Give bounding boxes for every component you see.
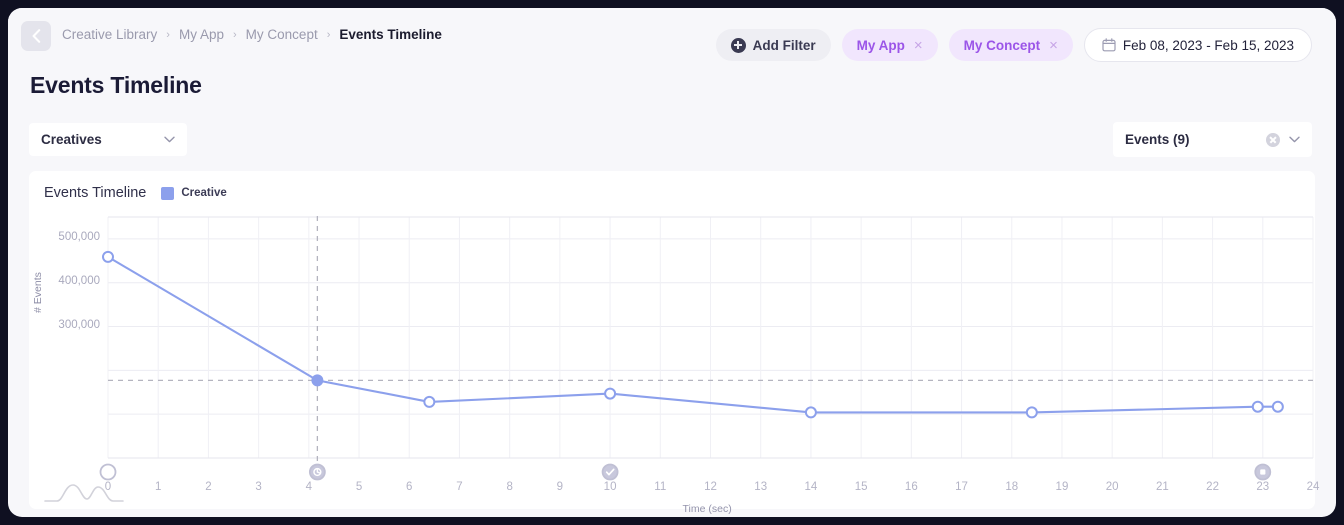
axis-event-marker-touch-icon[interactable] <box>308 463 326 481</box>
x-axis-tick-label: 16 <box>904 481 918 493</box>
date-range-picker[interactable]: Feb 08, 2023 - Feb 15, 2023 <box>1083 28 1312 62</box>
range-selector-brush[interactable] <box>43 479 129 517</box>
page-title: Events Timeline <box>30 72 202 98</box>
chart-data-point[interactable] <box>102 250 114 263</box>
toolbar-actions: Add Filter My App × My Concept × Feb 08,… <box>715 28 1312 62</box>
filter-chip-label: My App <box>856 37 905 53</box>
axis-event-marker-circle-icon[interactable] <box>99 463 117 481</box>
x-axis-tick-label: 3 <box>255 481 262 493</box>
breadcrumb-item-my-app[interactable]: My App <box>179 27 224 42</box>
breadcrumb-separator: › <box>166 28 170 41</box>
x-axis-tick-label: 18 <box>1005 481 1019 493</box>
chart-plot-area[interactable]: # Events Time (sec) 500,000 400,000 300,00… <box>29 171 1319 515</box>
x-axis-tick-label: 8 <box>506 481 513 493</box>
breadcrumb-item-events-timeline: Events Timeline <box>339 27 442 42</box>
x-axis-tick-label: 15 <box>854 481 868 493</box>
x-axis-tick-label: 9 <box>556 481 564 493</box>
events-select[interactable]: Events (9) <box>1113 122 1312 157</box>
chart-card: Events Timeline Creative # Events Time (… <box>29 171 1319 515</box>
add-filter-button[interactable]: Add Filter <box>715 29 831 61</box>
x-axis-tick-label: 20 <box>1105 481 1119 493</box>
filter-chip-my-concept[interactable]: My Concept × <box>948 29 1073 61</box>
y-axis-tick-label: 400,000 <box>58 274 100 287</box>
filter-chip-my-app[interactable]: My App × <box>841 29 938 61</box>
axis-event-marker-check-circle-icon[interactable] <box>601 463 619 481</box>
breadcrumb-item-my-concept[interactable]: My Concept <box>246 27 318 42</box>
x-axis-tick-label: 2 <box>205 481 212 493</box>
chart-data-point[interactable] <box>311 374 324 387</box>
calendar-icon <box>1102 38 1116 52</box>
chevron-down-icon <box>164 136 175 143</box>
x-axis-tick-label: 6 <box>406 481 413 493</box>
events-select-value: Events (9) <box>1125 132 1190 147</box>
x-axis-tick-label: 7 <box>456 481 463 493</box>
remove-filter-icon[interactable]: × <box>912 37 923 54</box>
chart-data-point[interactable] <box>423 395 436 408</box>
y-axis-tick-label: 500,000 <box>58 230 100 243</box>
filter-chip-label: My Concept <box>963 37 1041 53</box>
x-axis-tick-label: 24 <box>1306 481 1320 493</box>
x-axis-tick-label: 17 <box>955 481 968 493</box>
chart-data-point[interactable] <box>1271 400 1284 413</box>
x-axis-tick-label: 11 <box>654 481 667 493</box>
x-axis-tick-label: 14 <box>804 481 818 493</box>
plus-circle-icon <box>730 37 746 53</box>
x-axis-tick-label: 19 <box>1055 481 1069 493</box>
chart-data-point[interactable] <box>604 387 617 400</box>
chart-data-point[interactable] <box>1251 400 1264 413</box>
creatives-select-value: Creatives <box>41 132 102 147</box>
breadcrumb-item-creative-library[interactable]: Creative Library <box>62 27 157 42</box>
app-window: Creative Library › My App › My Concept ›… <box>8 8 1336 517</box>
top-bar: Creative Library › My App › My Concept ›… <box>8 8 1336 64</box>
remove-filter-icon[interactable]: × <box>1047 37 1058 54</box>
circle-x-icon[interactable] <box>1266 132 1280 147</box>
x-axis-tick-label: 1 <box>155 481 162 493</box>
x-axis-tick-label: 4 <box>305 481 313 493</box>
sparkline-icon <box>44 484 124 502</box>
breadcrumb-separator: › <box>326 28 331 41</box>
x-axis-tick-label: 12 <box>704 481 717 493</box>
chart-svg <box>99 216 1314 481</box>
date-range-label: Feb 08, 2023 - Feb 15, 2023 <box>1122 37 1294 53</box>
x-axis-tick-label: 10 <box>603 481 617 493</box>
x-axis-tick-label: 22 <box>1206 481 1219 493</box>
x-axis-tick-label: 13 <box>754 481 768 493</box>
x-axis-tick-label: 5 <box>355 481 363 493</box>
y-axis-tick-label: 300,000 <box>58 318 100 331</box>
breadcrumb: Creative Library › My App › My Concept ›… <box>62 27 442 42</box>
x-axis-title: Time (sec) <box>682 503 732 515</box>
chart-data-point[interactable] <box>804 406 817 419</box>
chevron-left-icon <box>32 29 40 43</box>
chevron-down-icon[interactable] <box>1289 136 1300 143</box>
x-axis-tick-label: 21 <box>1155 481 1169 493</box>
chart-data-point[interactable] <box>1025 406 1038 419</box>
x-axis-tick-label: 23 <box>1256 481 1270 493</box>
breadcrumb-separator: › <box>233 28 237 41</box>
add-filter-label: Add Filter <box>752 37 816 53</box>
axis-event-marker-stop-circle-icon[interactable] <box>1254 463 1272 481</box>
back-button[interactable] <box>21 21 51 51</box>
creatives-select[interactable]: Creatives <box>29 123 187 156</box>
